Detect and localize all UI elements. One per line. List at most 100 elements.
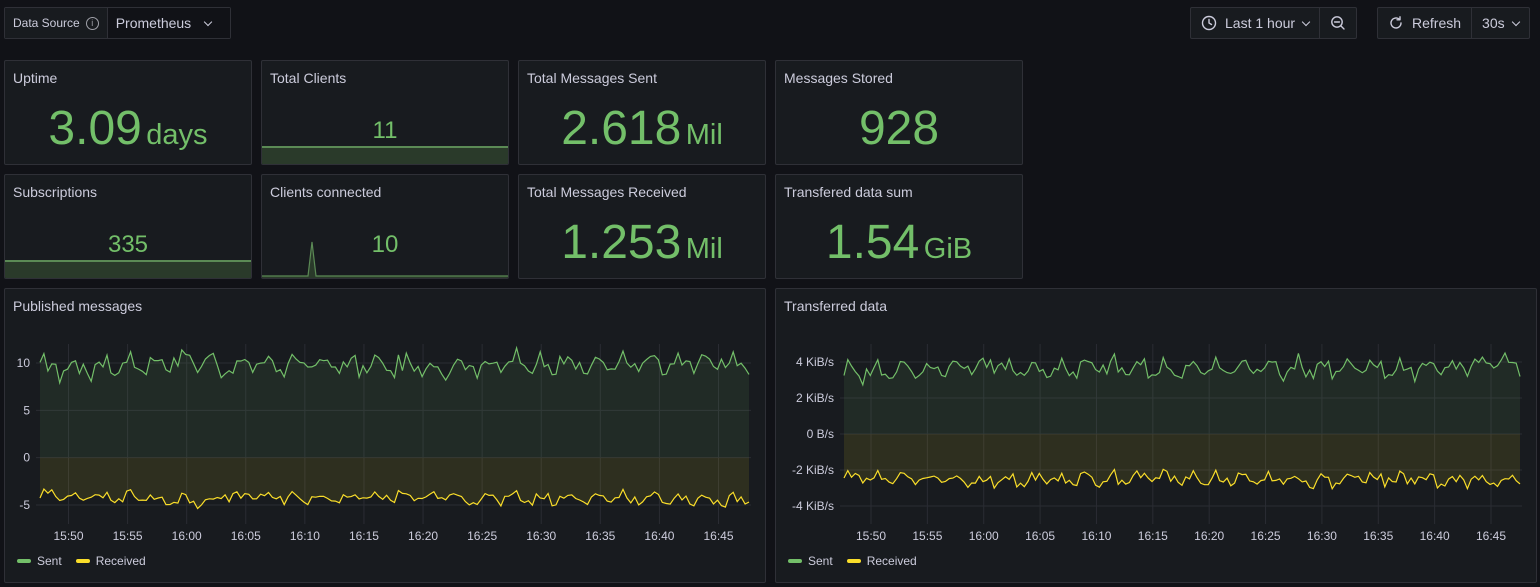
stat-value: 1.253 Mil	[519, 219, 765, 267]
x-tick-label: 16:45	[703, 529, 733, 543]
legend-label: Sent	[37, 554, 62, 568]
chevron-down-icon	[203, 17, 213, 26]
panel-total-messages-sent[interactable]: Total Messages Sent 2.618 Mil	[518, 60, 766, 165]
legend-swatch	[788, 559, 802, 563]
x-tick-label: 16:05	[1025, 529, 1055, 543]
stat-value: 335	[107, 231, 149, 258]
datasource-label-text: Data Source	[13, 16, 80, 30]
legend-item-sent[interactable]: Sent	[17, 554, 62, 568]
y-tick-label: 10	[17, 356, 31, 370]
panel-title: Uptime	[13, 70, 58, 86]
legend-label: Received	[95, 554, 146, 568]
panel-messages-stored[interactable]: Messages Stored 928	[775, 60, 1023, 165]
legend-label: Received	[866, 554, 917, 568]
legend-item-sent[interactable]: Sent	[788, 554, 833, 568]
y-tick-label: -4 KiB/s	[792, 499, 834, 513]
panel-transferred-data-sum[interactable]: Transfered data sum 1.54 GiB	[775, 174, 1023, 279]
x-tick-label: 16:00	[969, 529, 999, 543]
sparkline-area	[262, 146, 508, 164]
x-tick-label: 16:25	[467, 529, 497, 543]
panel-transferred-data[interactable]: Transferred data 4 KiB/s 2 KiB/s 0 B/s -2 K…	[775, 288, 1537, 583]
stat-number: 3.09	[48, 102, 142, 155]
panel-total-messages-received[interactable]: Total Messages Received 1.253 Mil	[518, 174, 766, 279]
zoom-out-icon	[1331, 16, 1345, 30]
x-tick-label: 16:00	[172, 529, 202, 543]
stat-number: 1.253	[561, 216, 682, 269]
x-tick-label: 16:10	[290, 529, 320, 543]
stat-value: 1.54 GiB	[776, 219, 1022, 267]
y-tick-label: -2 KiB/s	[792, 463, 834, 477]
refresh-icon	[1390, 16, 1402, 29]
y-tick-label: 5	[23, 403, 30, 417]
y-tick-label: 4 KiB/s	[796, 355, 834, 369]
panel-title: Clients connected	[270, 184, 382, 200]
zoom-out-button[interactable]	[1319, 8, 1356, 38]
x-tick-label: 15:55	[912, 529, 942, 543]
refresh-picker-group: Refresh 30s	[1377, 7, 1530, 39]
y-tick-label: 0	[23, 451, 30, 465]
chart-published-messages: 10 5 0 -5 15:50 15:55 16:00 16:05 16:10 16:15 16:2…	[17, 344, 751, 543]
x-tick-label: 16:20	[1194, 529, 1224, 543]
datasource-value: Prometheus	[115, 15, 192, 31]
stat-number: 1.54	[825, 216, 920, 269]
panel-total-clients[interactable]: Total Clients 11	[261, 60, 509, 165]
dashboard-toolbar: Data Source i Prometheus Last 1 hour Ref…	[0, 0, 1540, 46]
x-tick-label: 16:20	[408, 529, 438, 543]
y-tick-label: -5	[19, 498, 30, 512]
refresh-label: Refresh	[1412, 15, 1462, 31]
stat-value: 928	[858, 102, 940, 155]
panel-title: Subscriptions	[13, 184, 98, 200]
panel-published-messages[interactable]: Published messages 10 5 0 -5 15:50 15:55 16:00…	[4, 288, 766, 583]
legend-label: Sent	[808, 554, 833, 568]
refresh-button[interactable]: Refresh	[1378, 8, 1471, 38]
x-tick-label: 16:15	[1138, 529, 1168, 543]
x-tick-label: 15:55	[113, 529, 143, 543]
sparkline-area	[5, 260, 251, 278]
chevron-down-icon	[1301, 17, 1311, 26]
stat-unit: GiB	[923, 233, 973, 265]
time-range-label: Last 1 hour	[1225, 15, 1296, 31]
datasource-label: Data Source i	[5, 8, 108, 38]
legend-swatch	[17, 559, 31, 563]
x-tick-label: 16:40	[644, 529, 674, 543]
x-tick-label: 16:15	[349, 529, 379, 543]
panel-uptime[interactable]: Uptime 3.09 days	[4, 60, 252, 165]
panel-title: Total Clients	[270, 70, 347, 86]
panel-subscriptions[interactable]: Subscriptions 335	[4, 174, 252, 279]
info-circle-icon[interactable]: i	[85, 16, 99, 30]
chart-legend: Sent Received	[788, 554, 917, 568]
y-tick-label: 0 B/s	[807, 427, 834, 441]
x-tick-label: 16:35	[585, 529, 615, 543]
datasource-select[interactable]: Prometheus	[107, 8, 230, 38]
panel-title: Messages Stored	[784, 70, 893, 86]
refresh-interval-value: 30s	[1482, 15, 1505, 31]
stat-unit: Mil	[685, 119, 723, 151]
series-area-sent	[844, 353, 1520, 434]
panel-title: Transfered data sum	[784, 184, 913, 200]
stat-number: 2.618	[561, 102, 682, 155]
y-tick-label: 2 KiB/s	[796, 391, 834, 405]
stat-value: 10	[371, 231, 399, 258]
panel-title: Total Messages Sent	[527, 70, 657, 86]
x-tick-label: 16:35	[1363, 529, 1393, 543]
x-tick-label: 16:30	[526, 529, 556, 543]
legend-item-received[interactable]: Received	[75, 554, 146, 568]
refresh-interval-select[interactable]: 30s	[1471, 8, 1529, 38]
chart-transferred-data: 4 KiB/s 2 KiB/s 0 B/s -2 KiB/s -4 KiB/s 15:50…	[792, 344, 1522, 543]
chart-legend: Sent Received	[17, 554, 146, 568]
stat-unit: Mil	[685, 233, 723, 265]
panel-clients-connected[interactable]: Clients connected 10	[261, 174, 509, 279]
x-tick-label: 15:50	[856, 529, 886, 543]
x-tick-label: 16:45	[1476, 529, 1506, 543]
stat-unit: days	[146, 119, 208, 151]
time-range-button[interactable]: Last 1 hour	[1191, 8, 1319, 38]
x-tick-label: 16:05	[231, 529, 261, 543]
x-tick-label: 16:25	[1251, 529, 1281, 543]
legend-item-received[interactable]: Received	[846, 554, 917, 568]
time-picker-group: Last 1 hour	[1190, 7, 1358, 39]
x-tick-label: 16:40	[1420, 529, 1450, 543]
stat-value: 11	[372, 117, 398, 144]
x-tick-label: 15:50	[53, 529, 83, 543]
x-tick-label: 16:10	[1081, 529, 1111, 543]
legend-swatch	[75, 559, 90, 563]
